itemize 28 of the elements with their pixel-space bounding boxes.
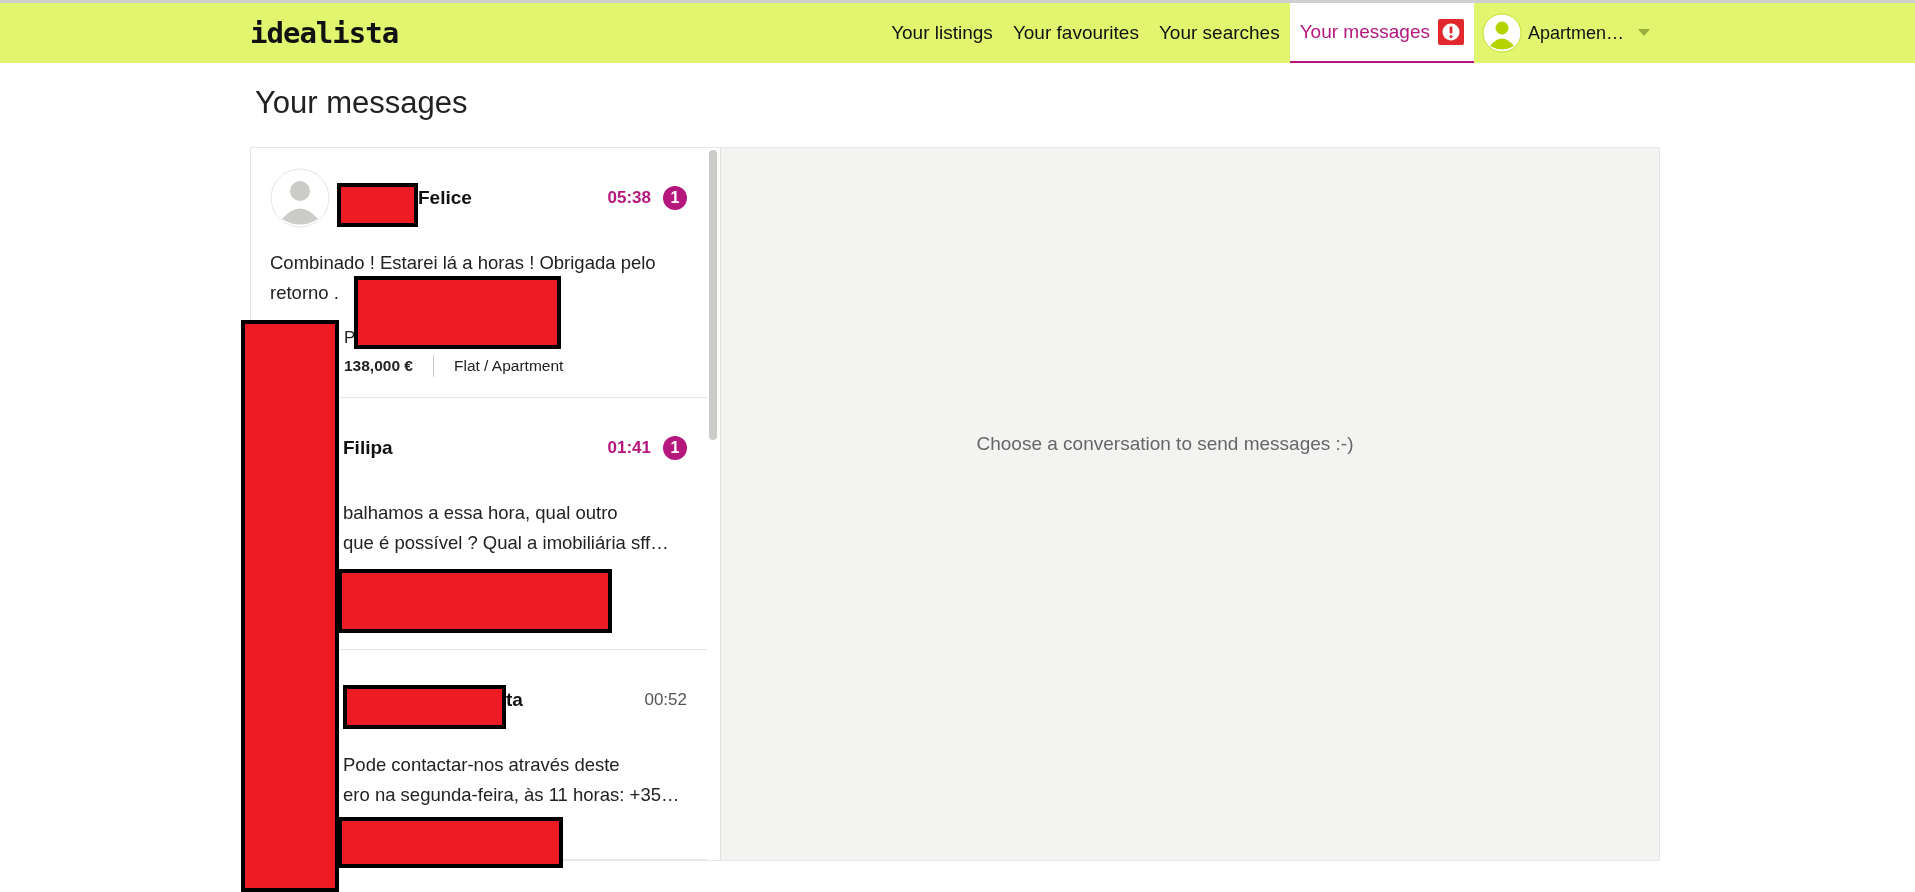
unread-count: 1 xyxy=(663,436,687,460)
contact-name: ta xyxy=(506,689,523,711)
message-preview: Pode contactar-nos através deste xyxy=(343,753,621,777)
logo[interactable]: idealista xyxy=(250,16,399,50)
nav-tab[interactable]: Your listings xyxy=(881,3,1003,63)
message-time: 00:52 xyxy=(644,690,687,710)
contact-name: Felice xyxy=(418,187,472,209)
nav-tab[interactable]: Your favourites xyxy=(1002,3,1149,63)
caret-icon xyxy=(1638,29,1650,37)
avatar-icon xyxy=(270,168,330,228)
listing-title: P xyxy=(343,327,357,349)
message-preview: ero na segunda-feira, às 11 horas: +35… xyxy=(343,783,681,807)
message-time: 05:38 xyxy=(607,188,651,208)
unread-count: 1 xyxy=(663,186,687,210)
message-preview: Combinado ! Estarei lá a horas ! Obrigada pelo xyxy=(270,251,657,275)
empty-state-message: Choose a conversation to send messages :-) xyxy=(976,433,1354,455)
message-preview: balhamos a essa hora, qual outro xyxy=(343,501,619,525)
message-preview: retorno . xyxy=(270,281,340,305)
page-title: Your messages xyxy=(255,85,469,122)
property-type: Flat / Apartment xyxy=(453,356,564,375)
listing-price: 138,000 € xyxy=(344,356,413,375)
account-menu[interactable]: Apartmen… xyxy=(1473,3,1660,63)
nav-tab[interactable]: Your searches xyxy=(1148,3,1290,63)
message-preview: que é possível ? Qual a imobiliária sff… xyxy=(343,531,670,555)
message-time: 01:41 xyxy=(607,438,651,458)
contact-name: Filipa xyxy=(343,437,393,459)
nav-tab[interactable]: Your messages xyxy=(1289,3,1474,63)
user-avatar-icon xyxy=(1481,13,1522,53)
